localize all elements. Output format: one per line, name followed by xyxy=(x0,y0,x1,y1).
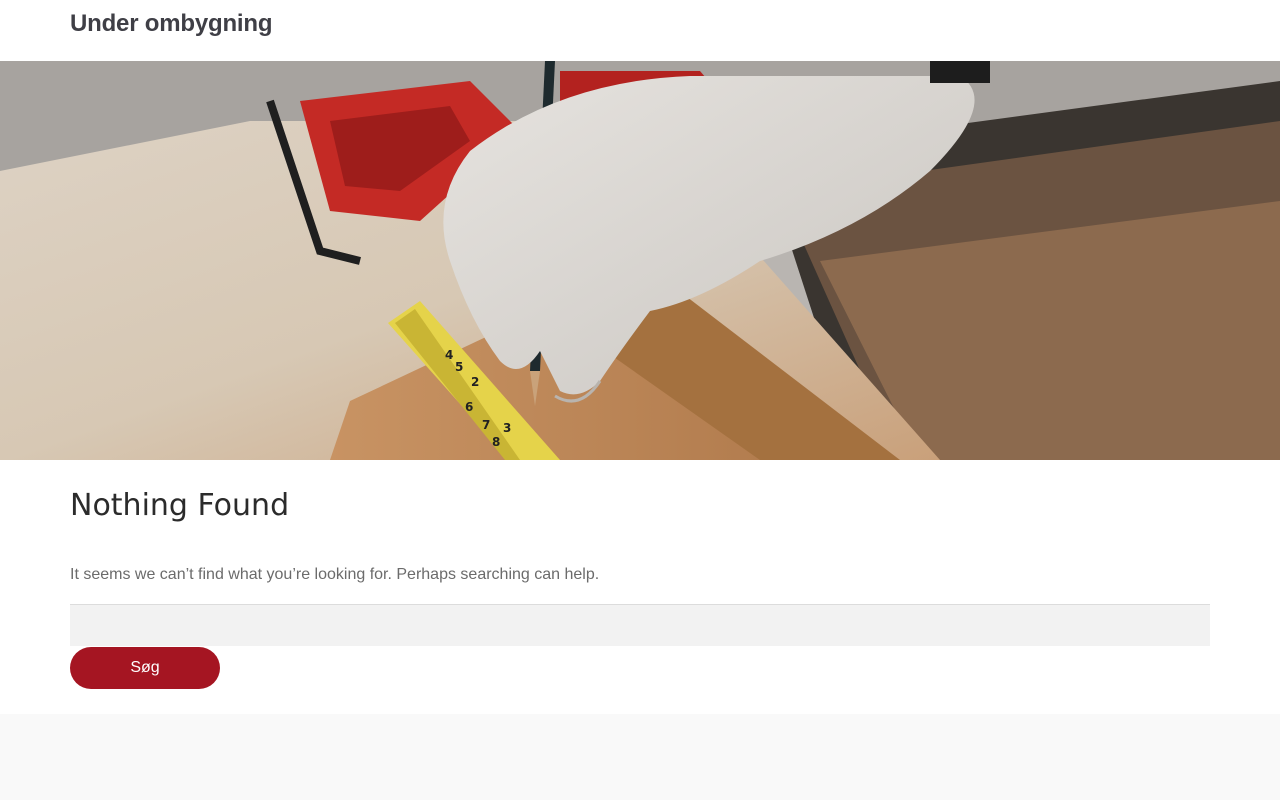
tape-mark: 7 xyxy=(482,418,490,432)
search-button[interactable]: Søg xyxy=(70,647,220,689)
tape-mark: 8 xyxy=(492,435,500,449)
tape-mark: 3 xyxy=(503,421,511,435)
tape-mark: 5 xyxy=(455,360,463,374)
site-header: Under ombygning xyxy=(0,0,1280,61)
search-input[interactable] xyxy=(70,604,1210,646)
site-footer xyxy=(0,714,1280,800)
page-title: Nothing Found xyxy=(70,488,290,523)
main-content: Nothing Found It seems we can’t find wha… xyxy=(0,460,1280,714)
not-found-message: It seems we can’t find what you’re looki… xyxy=(70,566,600,583)
site-title-link[interactable]: Under ombygning xyxy=(70,10,273,38)
tape-mark: 6 xyxy=(465,400,473,414)
tape-mark: 2 xyxy=(471,375,479,389)
hero-image: 2 3 4 5 6 7 8 xyxy=(0,61,1280,460)
tape-mark: 4 xyxy=(445,348,453,362)
